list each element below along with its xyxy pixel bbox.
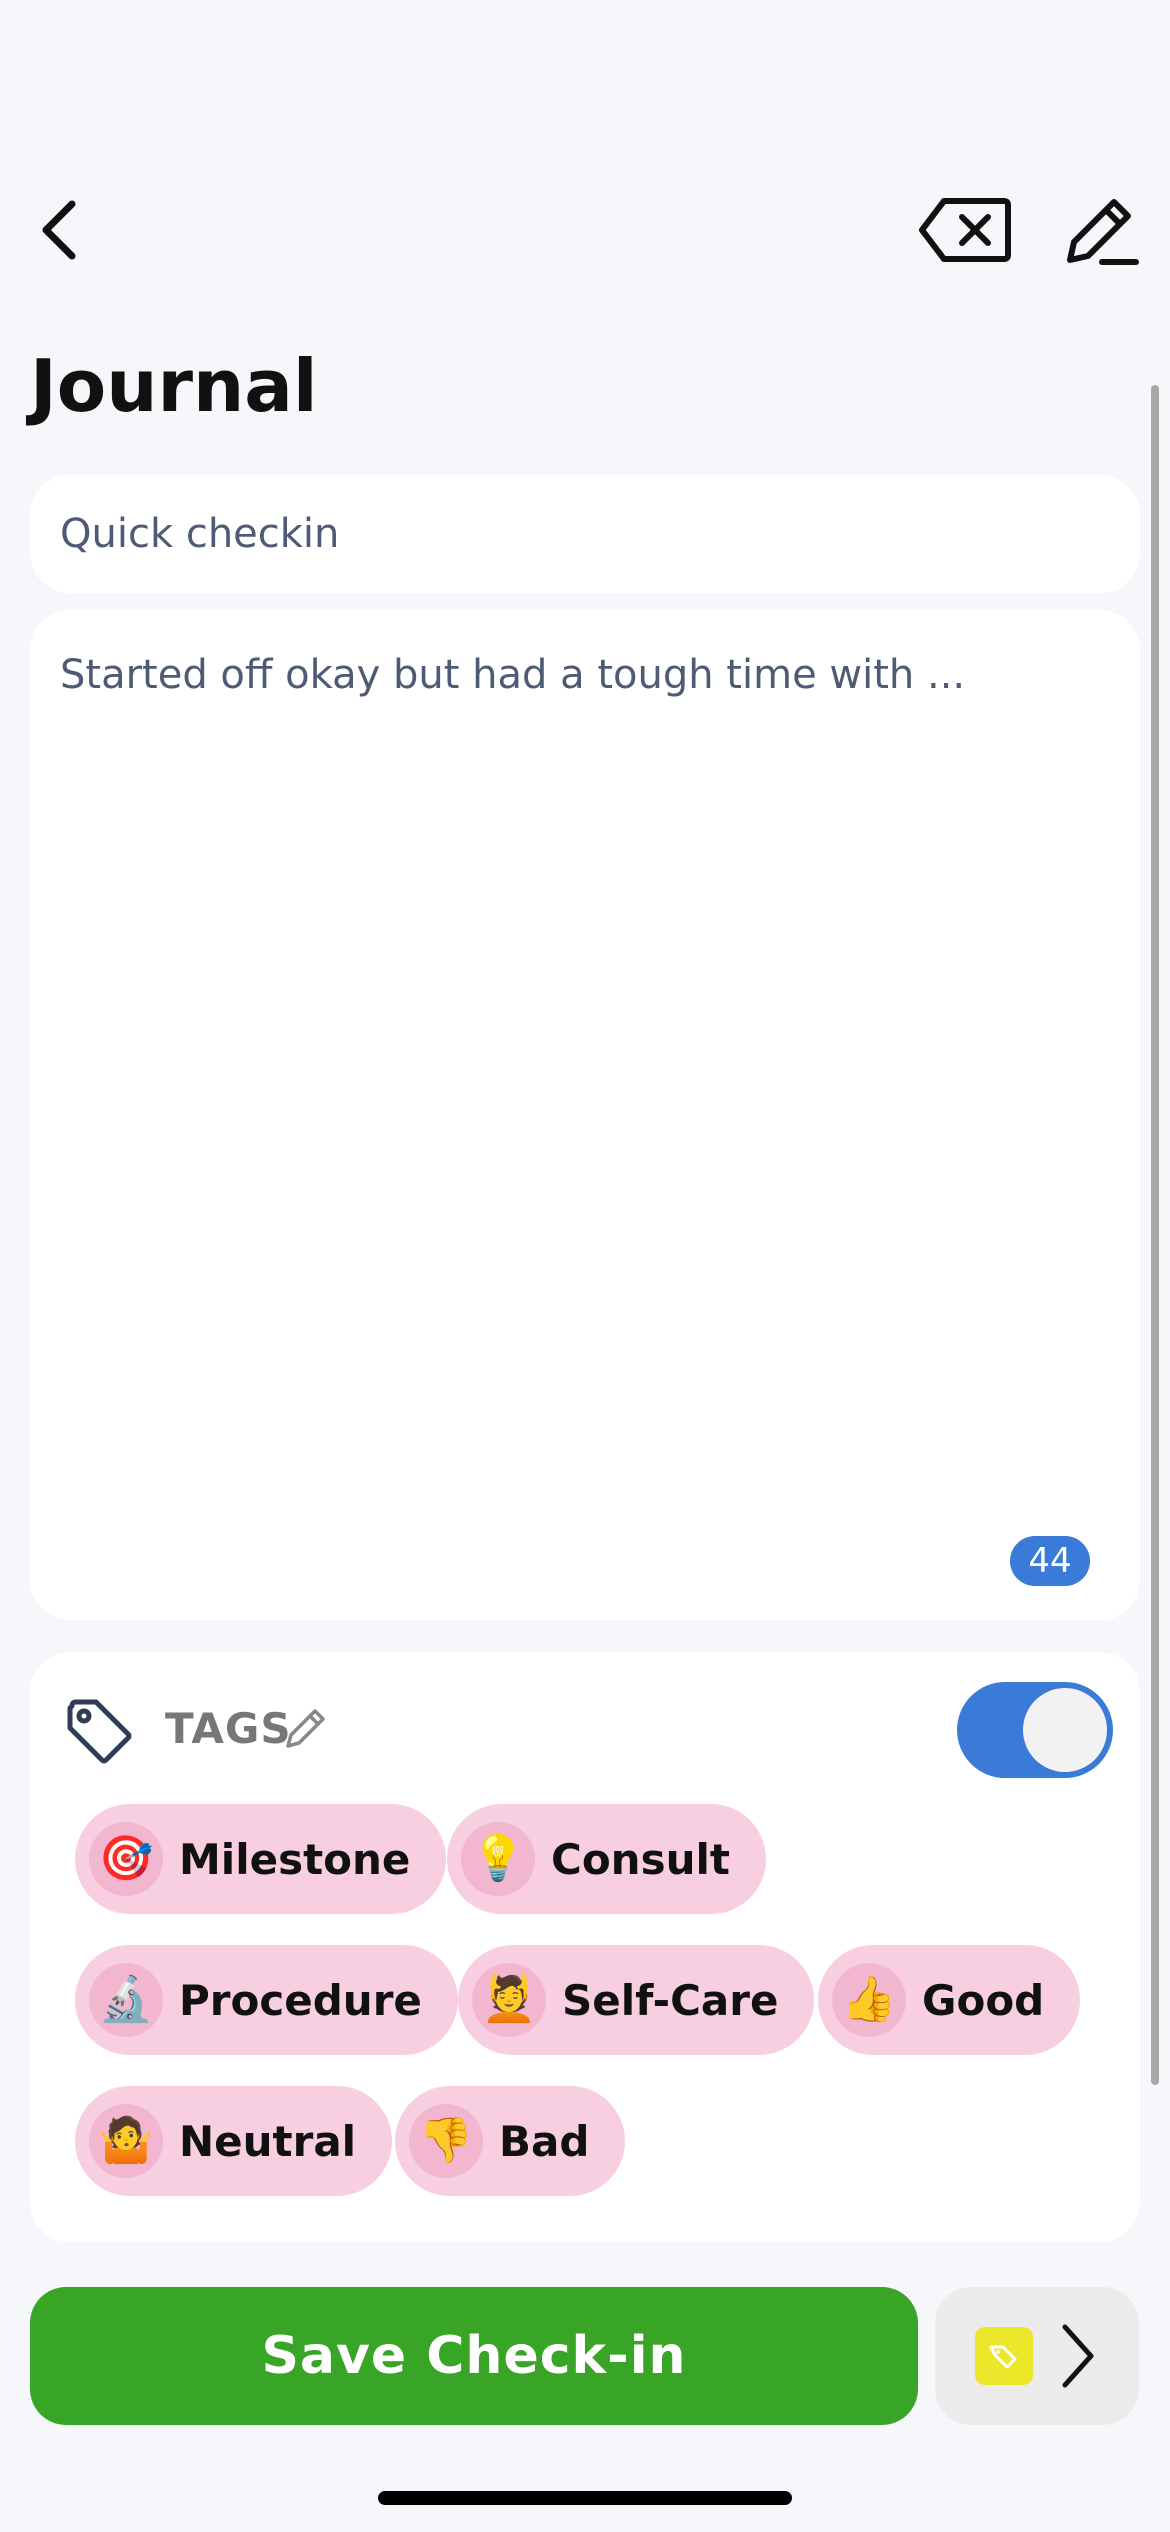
edit-button[interactable] <box>1050 180 1150 280</box>
tag-chip-good[interactable]: 👍 Good <box>818 1945 1081 2055</box>
tag-label: Neutral <box>179 2116 357 2166</box>
microscope-icon: 🔬 <box>89 1963 163 2037</box>
page-title: Journal <box>30 344 318 428</box>
tag-chip-bad[interactable]: 👎 Bad <box>395 2086 626 2196</box>
target-icon: 🎯 <box>89 1822 163 1896</box>
tag-label: Milestone <box>179 1834 411 1884</box>
entry-body-textarea[interactable]: Started off okay but had a tough time wi… <box>30 610 1140 1620</box>
scrollbar[interactable] <box>1151 385 1159 2085</box>
entry-title-input[interactable]: Quick checkin <box>30 475 1140 593</box>
tags-heading: TAGS <box>165 1704 292 1753</box>
chevron-right-icon <box>1062 2324 1094 2388</box>
lightbulb-icon: 💡 <box>461 1822 535 1896</box>
massage-icon: 💆 <box>472 1963 546 2037</box>
save-checkin-button[interactable]: Save Check-in <box>30 2287 918 2425</box>
tags-card: TAGS 🎯 Milestone 💡 Consult 🔬 Procedure 💆… <box>30 1652 1140 2242</box>
toggle-knob <box>1023 1688 1107 1772</box>
tag-chip-procedure[interactable]: 🔬 Procedure <box>75 1945 458 2055</box>
entry-title-value: Quick checkin <box>60 511 340 557</box>
tag-label: Bad <box>499 2116 590 2166</box>
tag-label: Consult <box>551 1834 730 1884</box>
tag-chip-consult[interactable]: 💡 Consult <box>447 1804 766 1914</box>
more-options-button[interactable] <box>935 2287 1139 2425</box>
thumbs-up-icon: 👍 <box>832 1963 906 2037</box>
shrug-icon: 🤷 <box>89 2104 163 2178</box>
tag-label: Procedure <box>179 1975 422 2025</box>
entry-body-value: Started off okay but had a tough time wi… <box>60 652 966 698</box>
character-count-badge: 44 <box>1010 1536 1090 1586</box>
tags-edit-pencil-icon[interactable] <box>282 1704 330 1752</box>
tag-chip-milestone[interactable]: 🎯 Milestone <box>75 1804 447 1914</box>
clear-button[interactable] <box>910 180 1020 280</box>
tags-toggle[interactable] <box>957 1682 1113 1778</box>
thumbs-down-icon: 👎 <box>409 2104 483 2178</box>
tag-icon <box>975 2327 1033 2385</box>
back-button[interactable] <box>20 180 100 280</box>
tag-chip-neutral[interactable]: 🤷 Neutral <box>75 2086 393 2196</box>
tag-chip-self-care[interactable]: 💆 Self-Care <box>458 1945 815 2055</box>
tag-label: Self-Care <box>562 1975 779 2025</box>
tag-icon <box>67 1699 132 1764</box>
pencil-icon <box>1067 199 1139 265</box>
tag-label: Good <box>922 1975 1045 2025</box>
chevron-left-icon <box>42 200 76 260</box>
backspace-x-icon <box>919 198 1011 262</box>
home-indicator <box>378 2491 792 2505</box>
